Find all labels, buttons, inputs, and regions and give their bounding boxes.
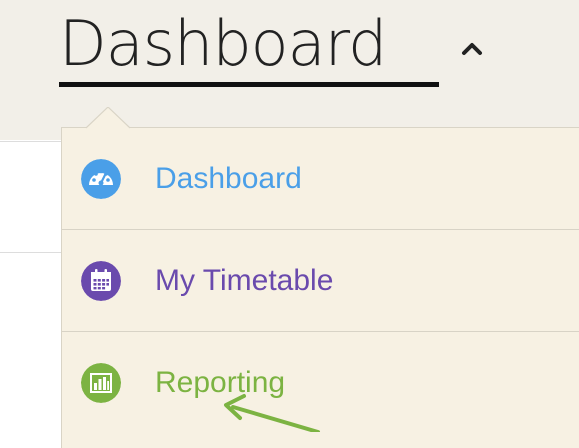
menu-item-dashboard[interactable]: Dashboard: [62, 128, 579, 229]
dropdown-caret: [86, 107, 130, 129]
menu-item-label: My Timetable: [155, 264, 334, 297]
calendar-icon: [81, 261, 121, 301]
menu-item-label: Dashboard: [155, 162, 302, 195]
chevron-up-icon[interactable]: [460, 38, 484, 58]
page-title[interactable]: Dashboard: [59, 4, 387, 84]
dashboard-dropdown-menu: Dashboard My Timetable Reporting: [61, 127, 579, 448]
divider: [0, 252, 62, 253]
menu-item-label: Reporting: [155, 366, 286, 399]
menu-item-reporting[interactable]: Reporting: [62, 332, 579, 433]
divider: [0, 141, 62, 142]
dashboard-gauge-icon: [81, 159, 121, 199]
title-underline: [59, 82, 439, 87]
menu-item-my-timetable[interactable]: My Timetable: [62, 230, 579, 331]
bar-chart-icon: [81, 363, 121, 403]
